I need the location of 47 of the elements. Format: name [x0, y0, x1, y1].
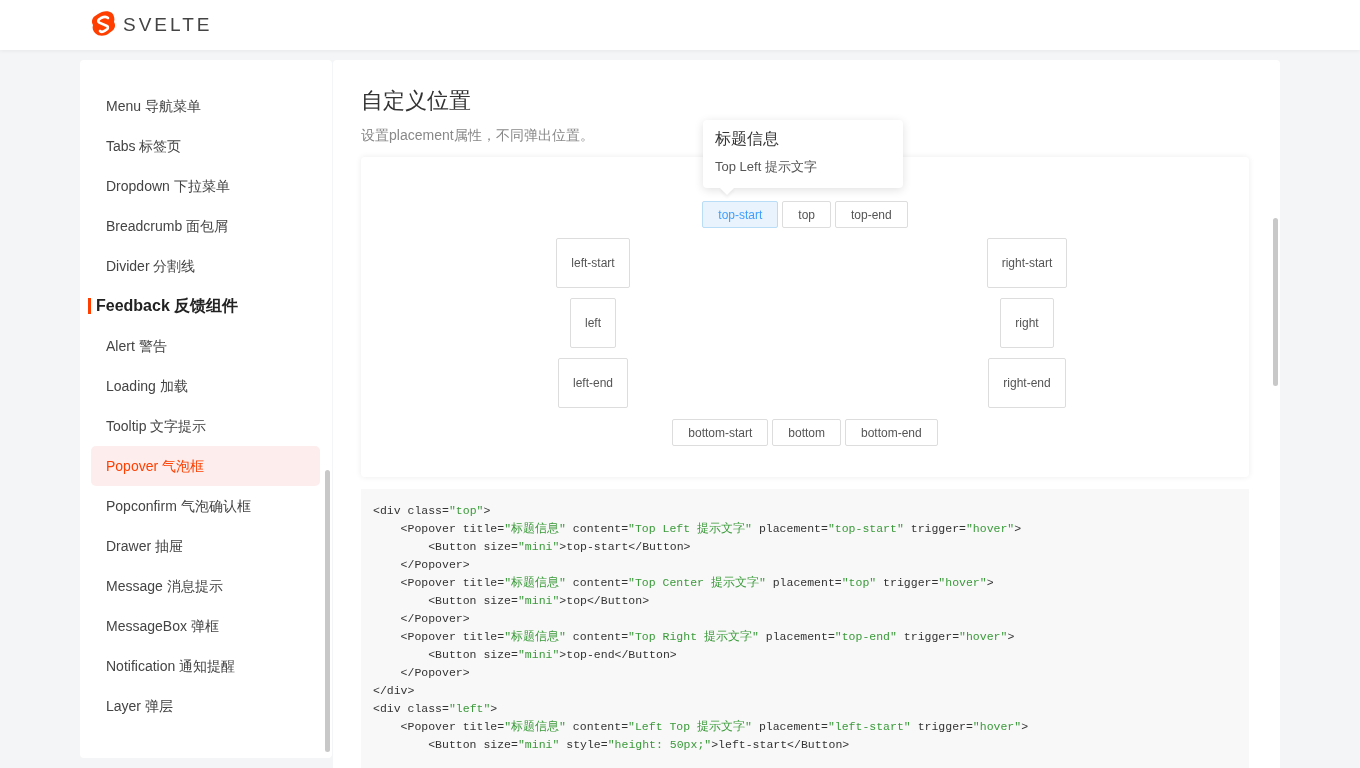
popover-content: Top Left 提示文字 [715, 158, 818, 176]
placement-button[interactable]: left [570, 298, 616, 348]
section-title: 自定义位置 [361, 87, 472, 115]
popover-title: 标题信息 [715, 129, 780, 149]
placement-button[interactable]: left-end [558, 358, 628, 408]
code-line: <Popover title="标题信息" content="Left Top 提示文字" placement="left-start" trigger="hover"> [399, 719, 1030, 735]
sidebar-item[interactable]: Divider 分割线 [91, 246, 320, 286]
code-line: <Button size="mini">top-end</Button> [427, 647, 678, 663]
sidebar-group-heading: Feedback 反馈组件 [88, 298, 320, 314]
code-line: <Button size="mini" style="height: 50px;">left-start</Button> [427, 737, 851, 753]
sidebar-item[interactable]: Tabs 标签页 [91, 126, 320, 166]
sidebar-item[interactable]: Breadcrumb 面包屑 [91, 206, 320, 246]
scrollbar[interactable] [1273, 218, 1278, 386]
placement-button[interactable]: right [1000, 298, 1054, 348]
sidebar-item[interactable]: Menu 导航菜单 [91, 86, 320, 126]
sidebar-item[interactable]: Layer 弹层 [91, 686, 320, 726]
code-line: <div class="top"> [373, 503, 492, 519]
sidebar-item[interactable]: Notification 通知提醒 [91, 646, 320, 686]
placement-button[interactable]: bottom-end [845, 419, 938, 446]
sidebar-item[interactable]: Popconfirm 气泡确认框 [91, 486, 320, 526]
code-line: </Popover> [399, 611, 471, 627]
logo-text: SVELTE [123, 14, 213, 36]
sidebar-item[interactable]: MessageBox 弹框 [91, 606, 320, 646]
placement-button[interactable]: right-start [986, 238, 1068, 288]
placement-button[interactable]: top [782, 201, 831, 228]
sidebar-item[interactable]: Dropdown 下拉菜单 [91, 166, 320, 206]
code-line: </Popover> [399, 557, 471, 573]
scrollbar[interactable] [325, 470, 330, 752]
code-line: <Popover title="标题信息" content="Top Right 提示文字" placement="top-end" trigger="hover"> [399, 629, 1016, 645]
code-line: <div class="left"> [373, 701, 499, 717]
code-line: </Popover> [399, 665, 471, 681]
code-line: <Button size="mini">top-start</Button> [427, 539, 692, 555]
code-line: </div> [373, 683, 416, 699]
sidebar-item[interactable]: Alert 警告 [91, 326, 320, 366]
sidebar-item[interactable]: Loading 加载 [91, 366, 320, 406]
section-description: 设置placement属性，不同弹出位置。 [361, 127, 594, 145]
placement-button[interactable]: top-end [835, 201, 908, 228]
sidebar-item[interactable]: Drawer 抽屉 [91, 526, 320, 566]
code-line: <Button size="mini">top</Button> [427, 593, 651, 609]
code-line: <Popover title="标题信息" content="Top Left 提示文字" placement="top-start" trigger="hover"> [399, 521, 1023, 537]
sidebar-item[interactable]: Tooltip 文字提示 [91, 406, 320, 446]
placement-button[interactable]: left-start [556, 238, 630, 288]
placement-button[interactable]: right-end [988, 358, 1066, 408]
code-line: <Popover title="标题信息" content="Top Center 提示文字" placement="top" trigger="hover"> [399, 575, 995, 591]
sidebar-item[interactable]: Message 消息提示 [91, 566, 320, 606]
placement-button[interactable]: bottom-start [672, 419, 769, 446]
placement-button[interactable]: bottom [772, 419, 841, 446]
